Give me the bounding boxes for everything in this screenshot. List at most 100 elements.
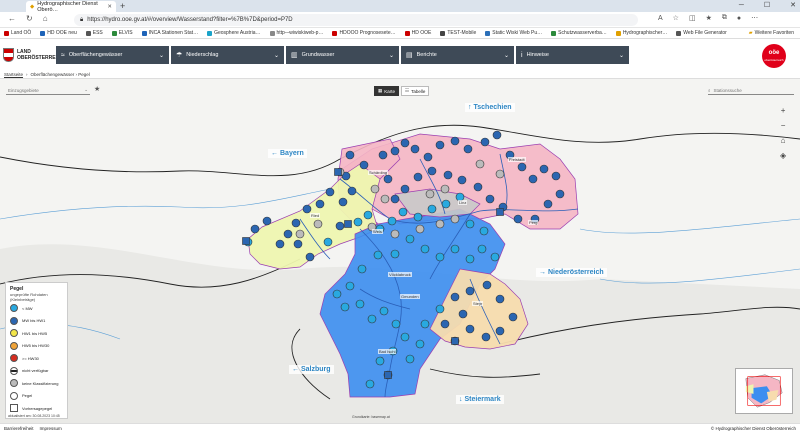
gauge-station-marker[interactable] <box>373 250 383 260</box>
gauge-station-marker[interactable] <box>413 212 423 222</box>
minimize-icon[interactable]: ─ <box>739 0 744 12</box>
gauge-station-marker[interactable] <box>450 244 460 254</box>
gauge-station-marker[interactable] <box>359 160 369 170</box>
forecast-station-marker[interactable] <box>496 208 504 216</box>
bookmark-item[interactable]: Schutzwasserverba… <box>551 30 607 36</box>
legend-item[interactable]: HW1 bis HW5 <box>10 329 63 337</box>
zoom-out-icon[interactable]: − <box>781 121 786 130</box>
gauge-station-marker[interactable] <box>405 234 415 244</box>
gauge-station-marker[interactable] <box>390 194 400 204</box>
legend-item[interactable]: Pegel <box>10 391 63 400</box>
gauge-station-marker[interactable] <box>383 174 393 184</box>
nav-menu-3[interactable]: ▤ Berichte ⌄ <box>401 46 514 64</box>
legend-item[interactable]: >= HW30 <box>10 354 63 362</box>
gauge-station-marker[interactable] <box>435 252 445 262</box>
gauge-station-marker[interactable] <box>379 306 389 316</box>
gauge-station-marker[interactable] <box>420 244 430 254</box>
ooe-logo[interactable]: oöe oberösterreich <box>762 44 786 68</box>
station-search-input[interactable]: ⌕ Stationssuche <box>708 86 794 95</box>
gauge-station-marker[interactable] <box>495 294 505 304</box>
bookmark-item[interactable]: HD OOE neu <box>40 30 77 36</box>
gauge-station-marker[interactable] <box>490 252 500 262</box>
gauge-station-marker[interactable] <box>425 189 435 199</box>
forecast-station-marker[interactable] <box>451 337 459 345</box>
gauge-station-marker[interactable] <box>539 164 549 174</box>
gauge-station-marker[interactable] <box>492 130 502 140</box>
gauge-station-marker[interactable] <box>353 217 363 227</box>
gauge-station-marker[interactable] <box>508 312 518 322</box>
gauge-station-marker[interactable] <box>391 319 401 329</box>
map-area[interactable]: Einzugsgebiete ⌄ ★ ▦ Karte ☷ Tabelle ⌕ S… <box>0 79 800 423</box>
more-icon[interactable]: ⋯ <box>751 14 758 22</box>
gauge-station-marker[interactable] <box>473 182 483 192</box>
zoom-in-icon[interactable]: + <box>781 106 786 115</box>
barrierefreiheit-link[interactable]: Barrierefreiheit <box>4 426 34 431</box>
gauge-station-marker[interactable] <box>390 249 400 259</box>
close-tab-icon[interactable]: ✕ <box>107 4 112 10</box>
close-window-icon[interactable]: ✕ <box>790 0 796 12</box>
gauge-station-marker[interactable] <box>457 175 467 185</box>
layers-icon[interactable]: ◈ <box>780 151 786 160</box>
gauge-station-marker[interactable] <box>485 194 495 204</box>
gauge-station-marker[interactable] <box>390 229 400 239</box>
overview-minimap[interactable] <box>735 368 793 414</box>
gauge-station-marker[interactable] <box>405 354 415 364</box>
breadcrumb-home[interactable]: Startseite <box>4 72 23 77</box>
gauge-station-marker[interactable] <box>450 214 460 224</box>
bookmark-item[interactable]: TEST-Mobile <box>440 30 476 36</box>
gauge-station-marker[interactable] <box>410 144 420 154</box>
legend-item[interactable]: MW bis HW1 <box>10 316 63 325</box>
gauge-station-marker[interactable] <box>413 172 423 182</box>
new-tab-button[interactable]: + <box>120 1 125 11</box>
url-field[interactable]: 🔒︎ https://hydro.ooe.gv.at/#/overview/Wa… <box>74 14 638 26</box>
gauge-station-marker[interactable] <box>450 292 460 302</box>
gauge-station-marker[interactable] <box>345 150 355 160</box>
gauge-station-marker[interactable] <box>477 244 487 254</box>
gauge-station-marker[interactable] <box>275 239 285 249</box>
nav-menu-1[interactable]: ☂ Niederschlag ⌄ <box>171 46 284 64</box>
gauge-station-marker[interactable] <box>398 207 408 217</box>
gauge-station-marker[interactable] <box>250 224 260 234</box>
gauge-station-marker[interactable] <box>475 159 485 169</box>
gauge-station-marker[interactable] <box>543 199 553 209</box>
gauge-station-marker[interactable] <box>315 199 325 209</box>
gauge-station-marker[interactable] <box>370 184 380 194</box>
gauge-station-marker[interactable] <box>323 237 333 247</box>
gauge-station-marker[interactable] <box>305 252 315 262</box>
gauge-station-marker[interactable] <box>357 264 367 274</box>
read-aloud-icon[interactable]: A <box>658 15 663 22</box>
gauge-station-marker[interactable] <box>387 216 397 226</box>
bookmark-item[interactable]: ESS <box>85 30 103 36</box>
bookmark-item[interactable]: ELVIS <box>111 30 133 36</box>
collections-icon[interactable]: ⧉ <box>722 14 727 22</box>
gauge-station-marker[interactable] <box>367 314 377 324</box>
gauge-station-marker[interactable] <box>363 210 373 220</box>
gauge-station-marker[interactable] <box>313 219 323 229</box>
gauge-station-marker[interactable] <box>465 219 475 229</box>
gauge-station-marker[interactable] <box>513 214 523 224</box>
gauge-station-marker[interactable] <box>435 140 445 150</box>
gauge-station-marker[interactable] <box>293 239 303 249</box>
gauge-station-marker[interactable] <box>427 166 437 176</box>
forecast-station-marker[interactable] <box>384 371 392 379</box>
forecast-station-marker[interactable] <box>334 168 342 176</box>
legend-item[interactable]: Vorhersagepegel <box>10 404 63 412</box>
gauge-station-marker[interactable] <box>423 152 433 162</box>
nav-menu-2[interactable]: ▥ Grundwasser ⌄ <box>286 46 399 64</box>
gauge-station-marker[interactable] <box>450 136 460 146</box>
gauge-station-marker[interactable] <box>262 216 272 226</box>
browser-tab[interactable]: ◆ Hydrographischer Dienst Oberö… ✕ <box>26 1 116 13</box>
gauge-station-marker[interactable] <box>463 144 473 154</box>
legend-item[interactable]: < MW <box>10 304 63 312</box>
gauge-station-marker[interactable] <box>555 189 565 199</box>
bookmark-item[interactable]: Web File Generator <box>676 30 727 36</box>
gauge-station-marker[interactable] <box>420 319 430 329</box>
gauge-station-marker[interactable] <box>443 170 453 180</box>
legend-item[interactable]: nicht verfügbar <box>10 366 63 375</box>
gauge-station-marker[interactable] <box>482 280 492 290</box>
forecast-station-marker[interactable] <box>344 220 352 228</box>
gauge-station-marker[interactable] <box>479 226 489 236</box>
bookmark-item[interactable]: INCA Stationen Stat… <box>141 30 198 36</box>
map-canvas[interactable] <box>0 79 800 423</box>
gauge-station-marker[interactable] <box>390 146 400 156</box>
